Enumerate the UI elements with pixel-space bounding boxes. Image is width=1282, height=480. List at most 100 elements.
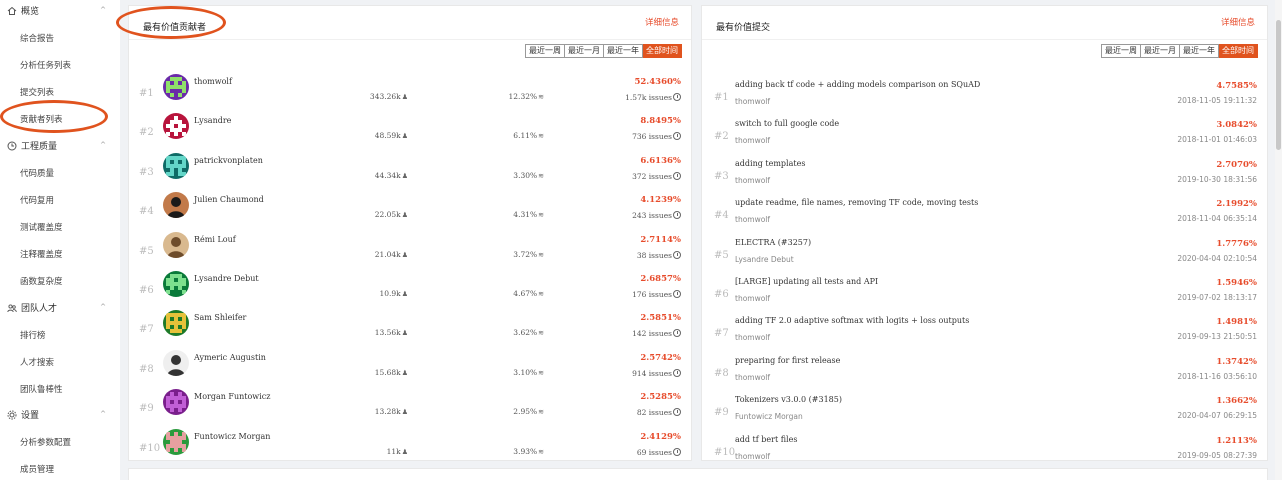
- sidebar-group-team[interactable]: 团队人才 ^: [0, 294, 120, 321]
- sidebar-item-comment-coverage[interactable]: 注释覆盖度: [0, 240, 120, 267]
- commit-message[interactable]: ELECTRA (#3257): [735, 238, 811, 247]
- commit-author[interactable]: thomwolf: [735, 452, 770, 461]
- issues-value: 736 issues: [632, 132, 672, 142]
- sidebar-item-report[interactable]: 综合报告: [0, 24, 120, 51]
- sidebar-item-contributors[interactable]: 贡献者列表: [0, 105, 120, 132]
- loc-value: 44.34k: [374, 170, 401, 180]
- contributor-row[interactable]: #6 Lysandre Debut 2.6857% 10.9k♟ 4.67%≋ 176 i…: [129, 269, 691, 308]
- sidebar-item-complexity[interactable]: 函数复杂度: [0, 267, 120, 294]
- commit-row[interactable]: #5 ELECTRA (#3257) Lysandre Debut 1.7776% 20…: [702, 234, 1267, 273]
- filter-month[interactable]: 最近一月: [1141, 44, 1180, 58]
- commits-details-link[interactable]: 详细信息: [1221, 16, 1255, 28]
- contributor-name[interactable]: patrickvonplaten: [194, 156, 263, 165]
- contributor-name[interactable]: Aymeric Augustin: [194, 353, 266, 362]
- scrollbar-thumb[interactable]: [1276, 20, 1281, 150]
- commit-author[interactable]: thomwolf: [735, 136, 770, 145]
- commit-row[interactable]: #3 adding templates thomwolf 2.7070% 2019-10…: [702, 155, 1267, 194]
- sidebar-group-overview[interactable]: 概览 ^: [0, 0, 120, 24]
- sidebar-item-tasks[interactable]: 分析任务列表: [0, 51, 120, 78]
- sidebar-group-settings[interactable]: 设置 ^: [0, 401, 120, 428]
- commit-date: 2018-11-04 06:35:14: [1177, 214, 1257, 224]
- avatar[interactable]: [163, 74, 189, 100]
- commit-row[interactable]: #6 [LARGE] updating all tests and API thom…: [702, 273, 1267, 312]
- contributor-name[interactable]: Julien Chaumond: [194, 195, 264, 204]
- sidebar-item-code-quality[interactable]: 代码质量: [0, 159, 120, 186]
- contributors-details-link[interactable]: 详细信息: [645, 16, 679, 28]
- commit-message[interactable]: add tf bert files: [735, 435, 797, 444]
- avatar[interactable]: [163, 152, 189, 179]
- contributor-row[interactable]: #4 Julien Chaumond 4.1239% 22.05k♟ 4.31%≋ 243…: [129, 190, 691, 229]
- avatar[interactable]: [163, 113, 189, 140]
- sidebar-item-commits[interactable]: 提交列表: [0, 78, 120, 105]
- contributor-row[interactable]: #3 patrickvonplaten 6.6136% 44.34k♟ 3.30%≋ 37…: [129, 151, 691, 190]
- contributor-name[interactable]: Sam Shleifer: [194, 313, 246, 322]
- sidebar-group-quality[interactable]: 工程质量 ^: [0, 132, 120, 159]
- contributor-name[interactable]: thomwolf: [194, 77, 232, 86]
- commit-row[interactable]: #2 switch to full google code thomwolf 3.08…: [702, 115, 1267, 154]
- sidebar-item-members[interactable]: 成员管理: [0, 455, 120, 480]
- contributor-name[interactable]: Rémi Louf: [194, 235, 236, 244]
- commit-row[interactable]: #4 update readme, file names, removing TF…: [702, 194, 1267, 233]
- commit-message[interactable]: adding back tf code + adding models comp…: [735, 80, 980, 89]
- contributor-row[interactable]: #9 Morgan Funtowicz 2.5285% 13.28k♟ 2.95%≋ 82…: [129, 387, 691, 426]
- commit-author[interactable]: thomwolf: [735, 215, 770, 224]
- filter-all-time[interactable]: 全部时间: [643, 44, 682, 58]
- contributor-name[interactable]: Lysandre: [194, 116, 231, 125]
- commit-author[interactable]: Funtowicz Morgan: [735, 412, 803, 421]
- sidebar-item-params[interactable]: 分析参数配置: [0, 428, 120, 455]
- commit-author[interactable]: thomwolf: [735, 97, 770, 106]
- commit-author[interactable]: thomwolf: [735, 294, 770, 303]
- commit-row[interactable]: #9 Tokenizers v3.0.0 (#3185) Funtowicz Mor…: [702, 391, 1267, 430]
- avatar[interactable]: [163, 349, 189, 376]
- contribution-percent: 52.4360%: [634, 77, 681, 87]
- filter-month[interactable]: 最近一月: [565, 44, 604, 58]
- commit-message[interactable]: switch to full google code: [735, 119, 839, 128]
- contributor-row[interactable]: #1 thomwolf 52.4360% 343.26k♟ 12.32%≋ 1.57k i…: [129, 72, 691, 111]
- commit-date: 2019-09-05 08:27:39: [1177, 450, 1257, 460]
- commit-author[interactable]: thomwolf: [735, 176, 770, 185]
- avatar[interactable]: [163, 271, 189, 297]
- commit-row[interactable]: #10 add tf bert files thomwolf 1.2113% 2019-…: [702, 431, 1267, 470]
- commit-message[interactable]: adding TF 2.0 adaptive softmax with logi…: [735, 316, 969, 325]
- chart-icon: ≋: [538, 329, 544, 338]
- commit-message[interactable]: preparing for first release: [735, 356, 840, 365]
- filter-year[interactable]: 最近一年: [604, 44, 643, 58]
- commit-author[interactable]: thomwolf: [735, 373, 770, 382]
- sidebar-item-robustness[interactable]: 团队鲁棒性: [0, 375, 120, 402]
- clock-icon: [673, 93, 681, 101]
- contributor-row[interactable]: #8 Aymeric Augustin 2.5742% 15.68k♟ 3.10%≋ 91…: [129, 348, 691, 387]
- commit-row[interactable]: #8 preparing for first release thomwolf 1.3…: [702, 352, 1267, 391]
- contributor-row[interactable]: #10 Funtowicz Morgan 2.4129% 11k♟ 3.93%≋ 69 i…: [129, 427, 691, 466]
- commit-row[interactable]: #7 adding TF 2.0 adaptive softmax with lo…: [702, 312, 1267, 351]
- contributor-row[interactable]: #7 Sam Shleifer 2.5851% 13.56k♟ 3.62%≋ 142 is…: [129, 308, 691, 347]
- commit-message[interactable]: [LARGE] updating all tests and API: [735, 277, 878, 286]
- commit-row[interactable]: #1 adding back tf code + adding models co…: [702, 76, 1267, 115]
- contributor-name[interactable]: Funtowicz Morgan: [194, 432, 270, 441]
- team-icon: [7, 303, 17, 313]
- sidebar-item-talent-search[interactable]: 人才搜索: [0, 348, 120, 375]
- commit-message[interactable]: update readme, file names, removing TF c…: [735, 198, 978, 207]
- contributor-row[interactable]: #5 Rémi Louf 2.7114% 21.04k♟ 3.72%≋ 38 issues: [129, 230, 691, 269]
- filter-week[interactable]: 最近一周: [525, 44, 565, 58]
- ratio: 6.11%≋: [513, 131, 544, 140]
- avatar[interactable]: [163, 428, 189, 455]
- contributor-name[interactable]: Lysandre Debut: [194, 274, 259, 283]
- avatar[interactable]: [163, 310, 189, 337]
- commit-message[interactable]: adding templates: [735, 159, 805, 168]
- sidebar-item-code-reuse[interactable]: 代码复用: [0, 186, 120, 213]
- avatar[interactable]: [163, 231, 189, 258]
- sidebar-item-test-coverage[interactable]: 测试覆盖度: [0, 213, 120, 240]
- contributor-name[interactable]: Morgan Funtowicz: [194, 392, 270, 401]
- sidebar-item-leaderboard[interactable]: 排行榜: [0, 321, 120, 348]
- issues-value: 176 issues: [632, 290, 672, 299]
- commit-message[interactable]: Tokenizers v3.0.0 (#3185): [735, 395, 842, 404]
- contributor-row[interactable]: #2 Lysandre 8.8495% 48.59k♟ 6.11%≋ 736 issues: [129, 111, 691, 150]
- scrollbar[interactable]: [1275, 0, 1282, 480]
- commit-author[interactable]: thomwolf: [735, 333, 770, 342]
- filter-week[interactable]: 最近一周: [1101, 44, 1141, 58]
- commit-author[interactable]: Lysandre Debut: [735, 255, 794, 264]
- filter-year[interactable]: 最近一年: [1180, 44, 1219, 58]
- filter-all-time[interactable]: 全部时间: [1219, 44, 1258, 58]
- avatar[interactable]: [163, 389, 189, 416]
- avatar[interactable]: [163, 192, 189, 219]
